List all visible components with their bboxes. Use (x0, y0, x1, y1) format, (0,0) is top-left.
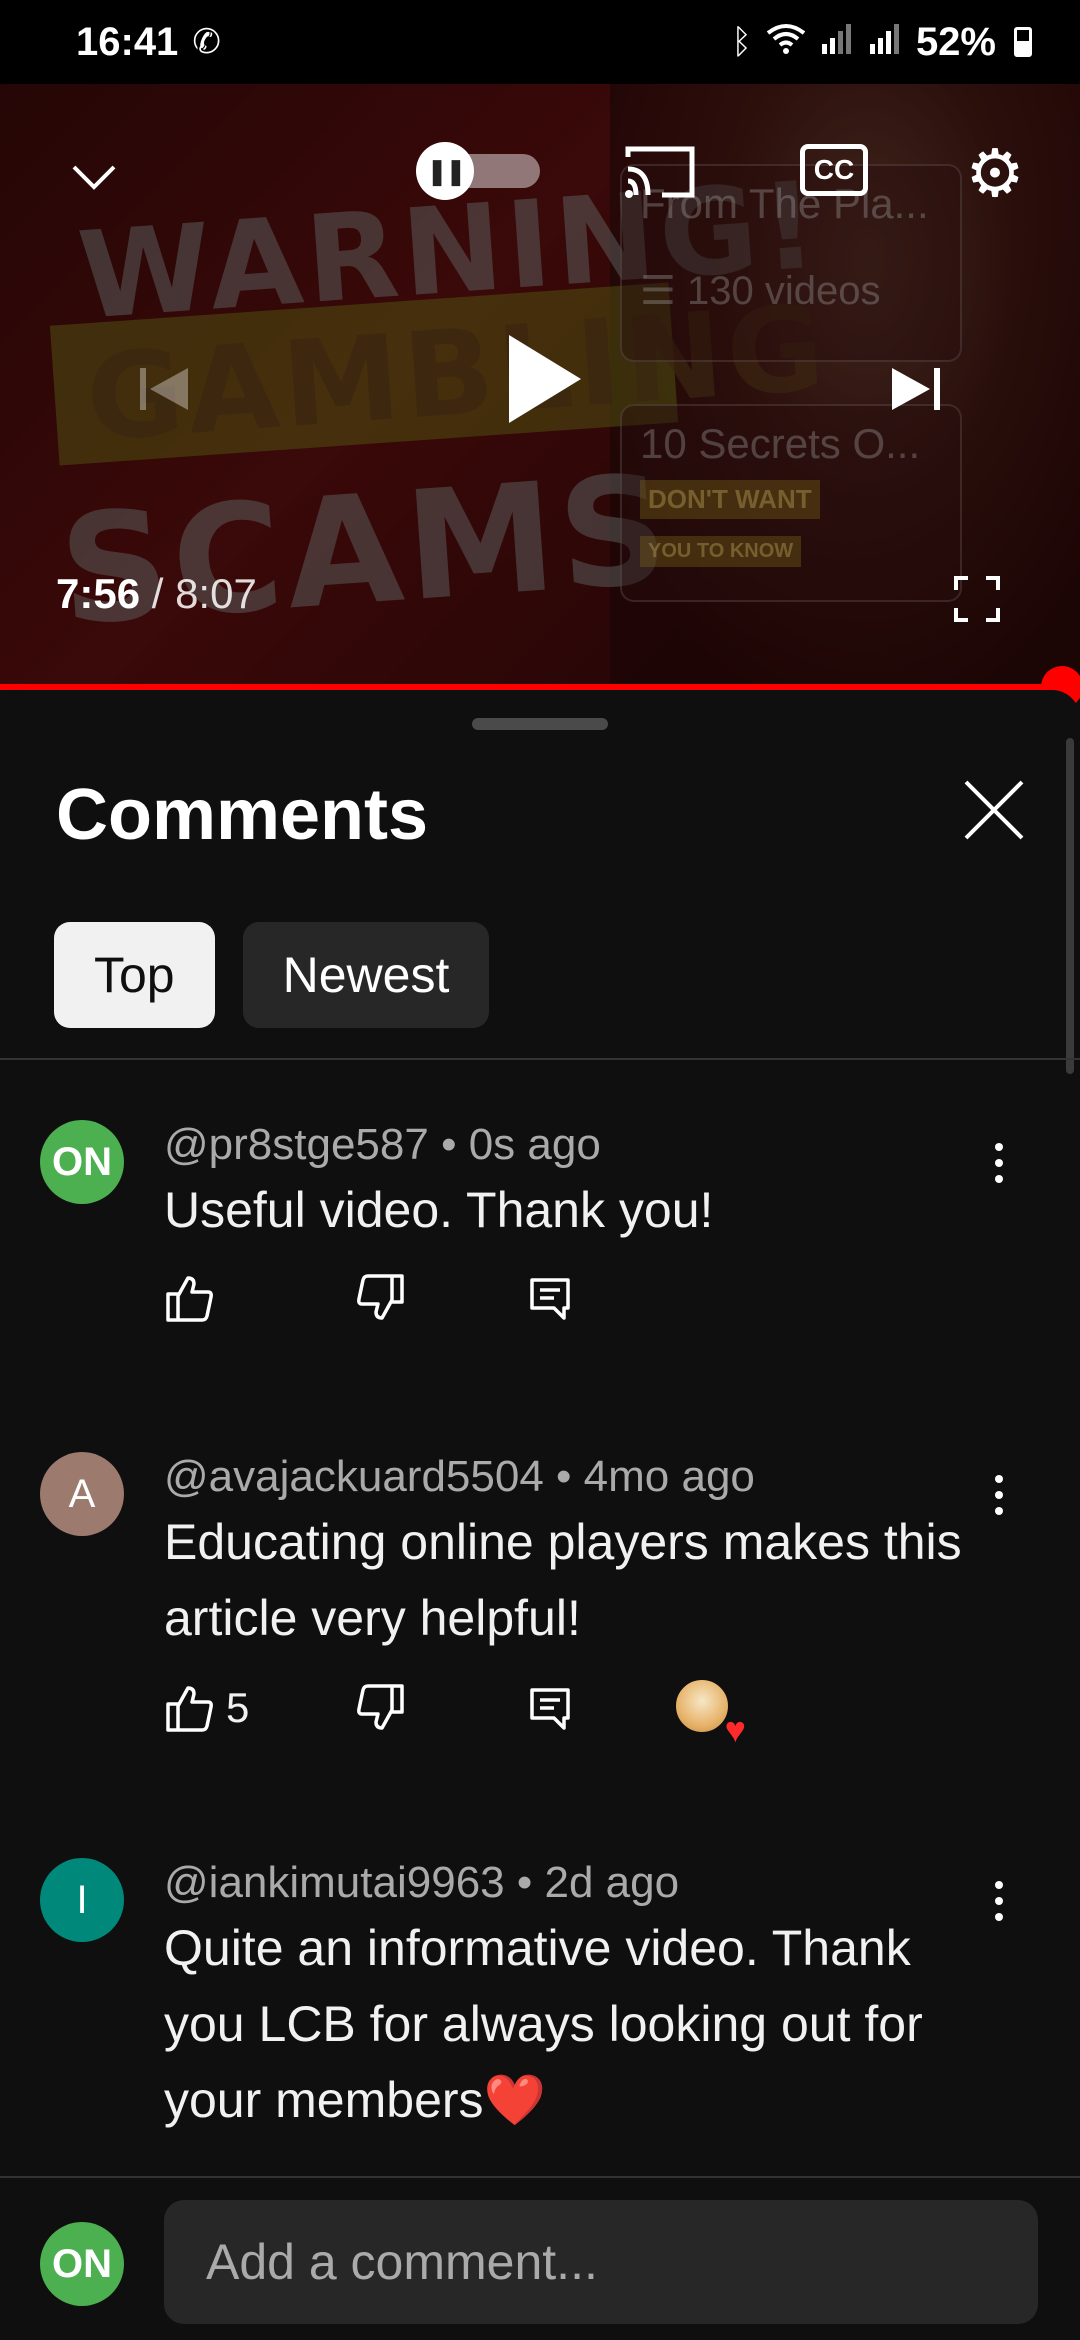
like-button[interactable]: 5 (164, 1682, 354, 1734)
comment-time: 4mo ago (583, 1452, 755, 1501)
collapse-chevron-icon[interactable] (64, 148, 124, 208)
comment-meta: @iankimutai9963 • 2d ago (164, 1858, 680, 1907)
creator-avatar (674, 1678, 730, 1734)
drag-handle[interactable] (472, 718, 608, 730)
comment-text: Useful video. Thank you! (164, 1182, 714, 1238)
duration: 8:07 (175, 570, 257, 617)
reply-button[interactable] (524, 1272, 576, 1324)
time-separator: / (140, 570, 176, 617)
heart-icon: ♥ (724, 1709, 746, 1750)
comments-title: Comments (56, 775, 429, 855)
comment-meta: @pr8stge587 • 0s ago (164, 1120, 601, 1169)
status-time: 16:41 (76, 19, 179, 64)
autoplay-toggle[interactable]: ❚❚ (416, 142, 540, 200)
signal-icon (820, 22, 854, 63)
avatar: ON (40, 2222, 124, 2306)
cast-icon[interactable] (620, 142, 700, 202)
captions-cc-icon[interactable]: CC (800, 144, 868, 196)
comment-actions: 5 ♥ (164, 1678, 746, 1748)
play-icon[interactable] (500, 329, 590, 429)
avatar[interactable]: ON (40, 1120, 124, 1204)
time-display: 7:56 / 8:07 (56, 570, 257, 618)
comment-actions (164, 1272, 576, 1324)
current-time: 7:56 (56, 570, 141, 617)
wifi-icon (766, 21, 806, 64)
scrollbar[interactable] (1066, 738, 1074, 1074)
filter-chip-top[interactable]: Top (54, 922, 215, 1028)
viber-icon: ✆ (192, 23, 221, 61)
reply-icon (530, 1278, 570, 1320)
filter-chip-newest[interactable]: Newest (242, 922, 490, 1028)
dislike-button[interactable] (354, 1682, 524, 1734)
signal-icon (868, 22, 902, 63)
creator-heart-badge: ♥ (674, 1678, 746, 1748)
comment-meta: @avajackuard5504 • 4mo ago (164, 1452, 755, 1501)
close-icon[interactable] (962, 778, 1032, 848)
fullscreen-icon[interactable] (952, 574, 1002, 624)
add-comment-bar: ON Add a comment... (0, 2176, 1080, 2340)
dislike-button[interactable] (354, 1272, 524, 1324)
add-comment-input[interactable]: Add a comment... (164, 2200, 1038, 2324)
comment-text: Quite an informative video. Thank you LC… (164, 1920, 923, 2128)
status-bar: 16:41 ✆ ᛒ 52% (0, 0, 1080, 84)
like-button[interactable] (164, 1272, 354, 1324)
like-count: 5 (226, 1684, 250, 1731)
comment-time: 2d ago (544, 1858, 680, 1907)
thumbs-up-icon (166, 1276, 213, 1322)
previous-track-icon[interactable] (130, 354, 200, 424)
video-player[interactable]: WARNING! GAMBLING SCAMS From The Pla... … (0, 84, 1080, 687)
avatar[interactable]: A (40, 1452, 124, 1536)
battery-percent: 52% (915, 19, 996, 64)
divider (0, 1058, 1080, 1060)
thumbs-up-icon (166, 1686, 213, 1732)
comment-author[interactable]: @avajackuard5504 (164, 1452, 544, 1501)
thumbs-down-icon (357, 1684, 404, 1730)
reply-button[interactable] (524, 1682, 674, 1734)
next-track-icon[interactable] (880, 354, 950, 424)
comment-text: Educating online players makes this arti… (164, 1514, 962, 1646)
comment-filter-chips: Top Newest (54, 922, 490, 1028)
bluetooth-icon: ᛒ (731, 22, 752, 61)
thumbs-down-icon (357, 1274, 404, 1320)
settings-gear-icon[interactable]: ⚙ (960, 136, 1030, 210)
avatar[interactable]: I (40, 1858, 124, 1942)
comment-time: 0s ago (468, 1120, 601, 1169)
pause-icon: ❚❚ (416, 142, 474, 200)
comments-sheet: Comments Top Newest ON @pr8stge587 • 0s … (0, 690, 1080, 2340)
reply-icon (530, 1688, 570, 1730)
battery-icon (1014, 27, 1032, 57)
comment-author[interactable]: @iankimutai9963 (164, 1858, 505, 1907)
comment-author[interactable]: @pr8stge587 (164, 1120, 429, 1169)
